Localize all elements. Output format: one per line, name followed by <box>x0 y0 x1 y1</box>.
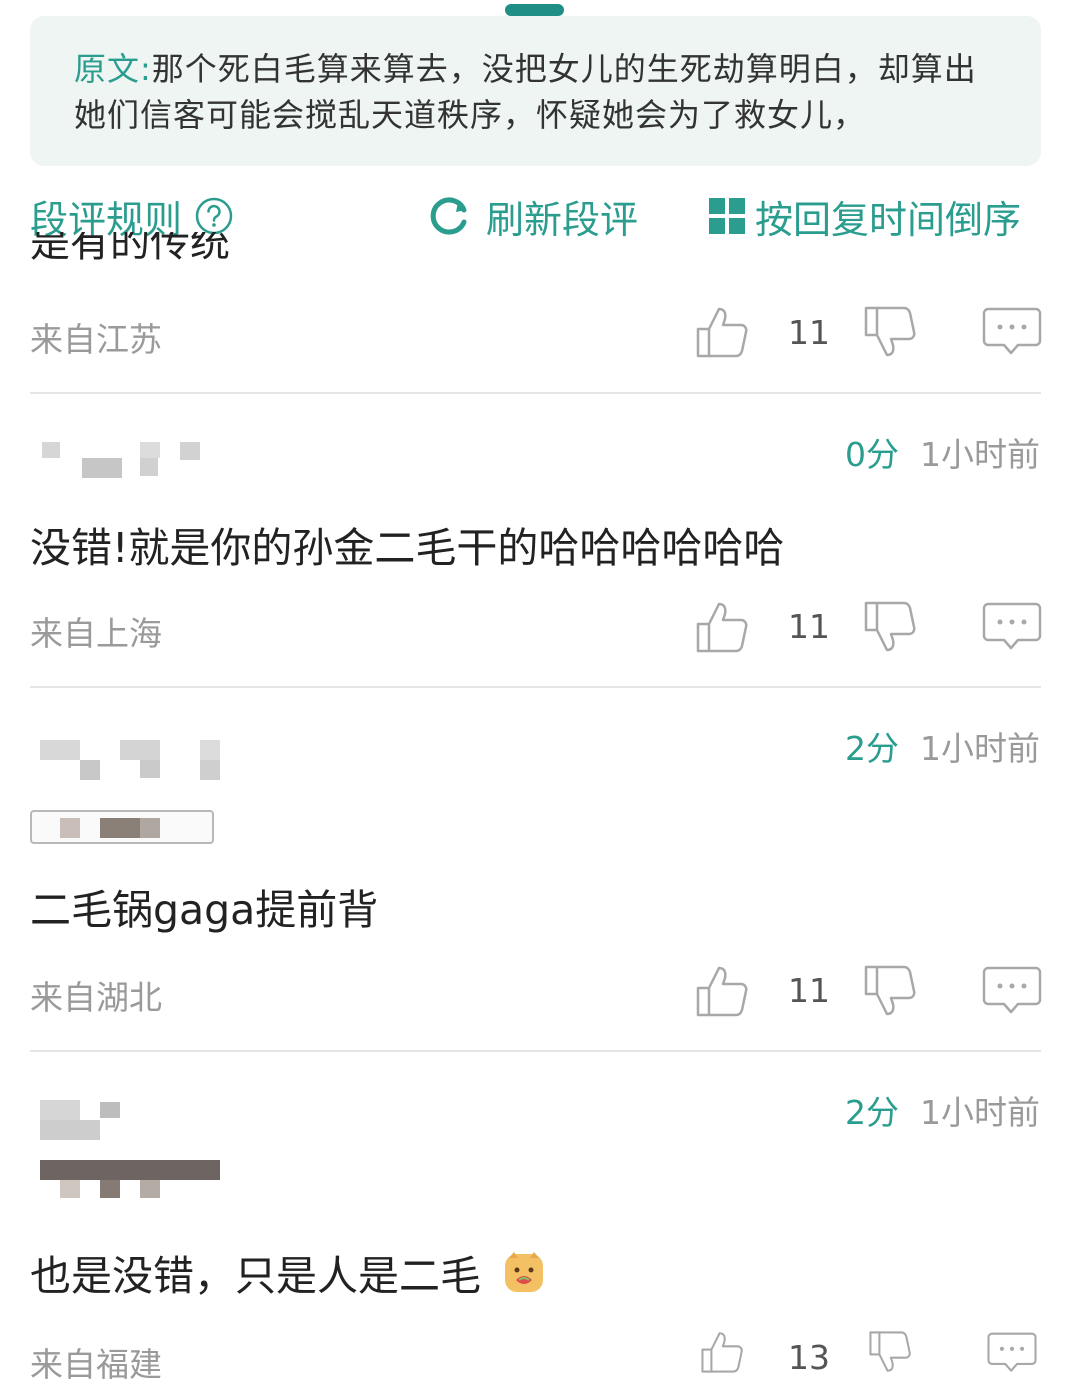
thumbs-down-icon[interactable] <box>863 600 917 654</box>
thumbs-down-icon[interactable] <box>863 1330 917 1374</box>
comment-location: 来自江苏 <box>30 320 162 359</box>
comment-text: 也是没错，只是人是二毛 <box>30 1242 546 1302</box>
quote-label: 原文: <box>74 50 152 88</box>
sort-button[interactable]: 按回复时间倒序 <box>709 188 1021 244</box>
comment-score: 0分 <box>845 435 900 474</box>
comment-meta: 2分 1小时前 <box>845 1086 1040 1134</box>
thumbs-down-icon[interactable] <box>863 964 917 1018</box>
grid-icon <box>709 198 745 234</box>
reply-bubble-icon[interactable] <box>982 307 1042 357</box>
like-count: 11 <box>788 971 830 1010</box>
like-count: 11 <box>788 607 830 646</box>
like-count: 11 <box>788 313 830 352</box>
comment-score: 2分 <box>845 1093 900 1132</box>
original-quote: 原文:那个死白毛算来算去，没把女儿的生死劫算明白，却算出她们信客可能会搅乱天道秩… <box>30 16 1041 166</box>
reply-bubble-icon[interactable] <box>982 1332 1042 1374</box>
partial-comment-text: 是有的传统 <box>30 232 230 260</box>
avatar <box>36 738 246 784</box>
comment-time: 1小时前 <box>920 1093 1040 1132</box>
comment-time: 1小时前 <box>920 435 1040 474</box>
quote-text: 那个死白毛算来算去，没把女儿的生死劫算明白，却算出她们信客可能会搅乱天道秩序，怀… <box>74 50 977 134</box>
comment-location: 来自福建 <box>30 1345 162 1384</box>
divider <box>30 686 1041 688</box>
sort-label: 按回复时间倒序 <box>755 197 1022 242</box>
comment-meta: 0分 1小时前 <box>845 428 1040 476</box>
divider <box>30 1050 1041 1052</box>
refresh-label: 刷新段评 <box>486 197 639 242</box>
avatar <box>36 1098 226 1208</box>
reply-bubble-icon[interactable] <box>982 966 1042 1016</box>
refresh-icon <box>430 197 467 235</box>
comment-time: 1小时前 <box>920 729 1040 768</box>
refresh-button[interactable]: 刷新段评 <box>428 188 638 244</box>
thumbs-up-icon[interactable] <box>695 964 749 1018</box>
question-icon <box>195 197 233 235</box>
thumbs-up-icon[interactable] <box>695 1330 749 1374</box>
thumbs-down-icon[interactable] <box>863 305 917 359</box>
reply-bubble-icon[interactable] <box>982 602 1042 652</box>
like-count: 13 <box>788 1338 830 1377</box>
avatar <box>36 436 206 482</box>
emoji-icon <box>505 1252 544 1292</box>
comment-score: 2分 <box>845 729 900 768</box>
comment-meta: 2分 1小时前 <box>845 722 1040 770</box>
thumbs-up-icon[interactable] <box>695 305 749 359</box>
user-badge <box>30 810 214 844</box>
sheet-drag-handle[interactable] <box>505 4 564 16</box>
comment-location: 来自湖北 <box>30 978 162 1017</box>
comment-text-body: 也是没错，只是人是二毛 <box>30 1252 481 1300</box>
comment-text: 二毛锅gaga提前背 <box>30 886 379 934</box>
comment-text: 没错!就是你的孙金二毛干的哈哈哈哈哈哈 <box>30 524 785 572</box>
comment-location: 来自上海 <box>30 614 162 653</box>
divider <box>30 392 1041 394</box>
thumbs-up-icon[interactable] <box>695 600 749 654</box>
